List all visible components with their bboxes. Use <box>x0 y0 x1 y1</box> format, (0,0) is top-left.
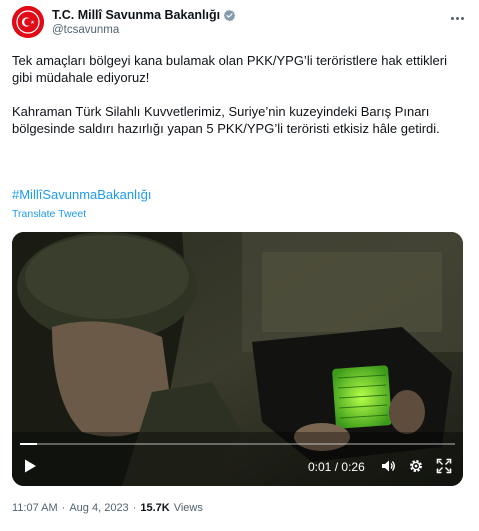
tweet-paragraph: Kahraman Türk Silahlı Kuvvetlerimiz, Sur… <box>12 104 440 136</box>
ministry-emblem-icon <box>12 6 44 38</box>
display-name[interactable]: T.C. Millî Savunma Bakanlığı <box>52 8 220 22</box>
video-progress-bar[interactable] <box>20 443 455 445</box>
views-label: Views <box>173 502 203 514</box>
avatar[interactable] <box>12 6 44 38</box>
tweet-header: T.C. Millî Savunma Bakanlığı @tcsavunma <box>12 6 467 40</box>
tweet-meta: 11:07 AM · Aug 4, 2023 · 15.7K Views <box>12 502 203 514</box>
hashtag-link[interactable]: #MillîSavunmaBakanlığı <box>12 187 151 202</box>
handle[interactable]: @tcsavunma <box>52 24 119 36</box>
meta-separator: · <box>61 502 66 514</box>
tweet-date[interactable]: Aug 4, 2023 <box>69 502 128 514</box>
fullscreen-icon[interactable] <box>436 458 452 474</box>
translate-tweet-link[interactable]: Translate Tweet <box>12 208 86 220</box>
volume-icon[interactable] <box>380 458 396 474</box>
play-icon[interactable] <box>22 458 38 474</box>
video-controls: 0:01 / 0:26 <box>12 452 463 482</box>
more-dot-icon <box>460 16 464 20</box>
video-duration: 0:26 <box>341 460 365 474</box>
video-frame-image <box>12 232 463 486</box>
video-current-time: 0:01 <box>308 460 332 474</box>
more-dot-icon <box>455 16 459 20</box>
name-row: T.C. Millî Savunma Bakanlığı <box>52 8 236 22</box>
tweet-text: Tek amaçları bölgeyi kana bulamak olan P… <box>12 52 464 154</box>
more-options-button[interactable] <box>447 8 467 28</box>
verified-badge-icon <box>223 9 236 21</box>
views-count: 15.7K <box>140 502 170 514</box>
tweet-paragraph: Tek amaçları bölgeyi kana bulamak olan P… <box>12 53 447 85</box>
tweet-time[interactable]: 11:07 AM <box>12 502 58 514</box>
video-time-separator: / <box>334 460 339 474</box>
settings-gear-icon[interactable] <box>408 458 424 474</box>
more-dot-icon <box>450 16 454 20</box>
video-progress-fill <box>20 443 38 445</box>
video-time: 0:01 / 0:26 <box>308 460 365 474</box>
meta-separator: · <box>132 502 137 514</box>
video-player[interactable]: 0:01 / 0:26 <box>12 232 463 486</box>
